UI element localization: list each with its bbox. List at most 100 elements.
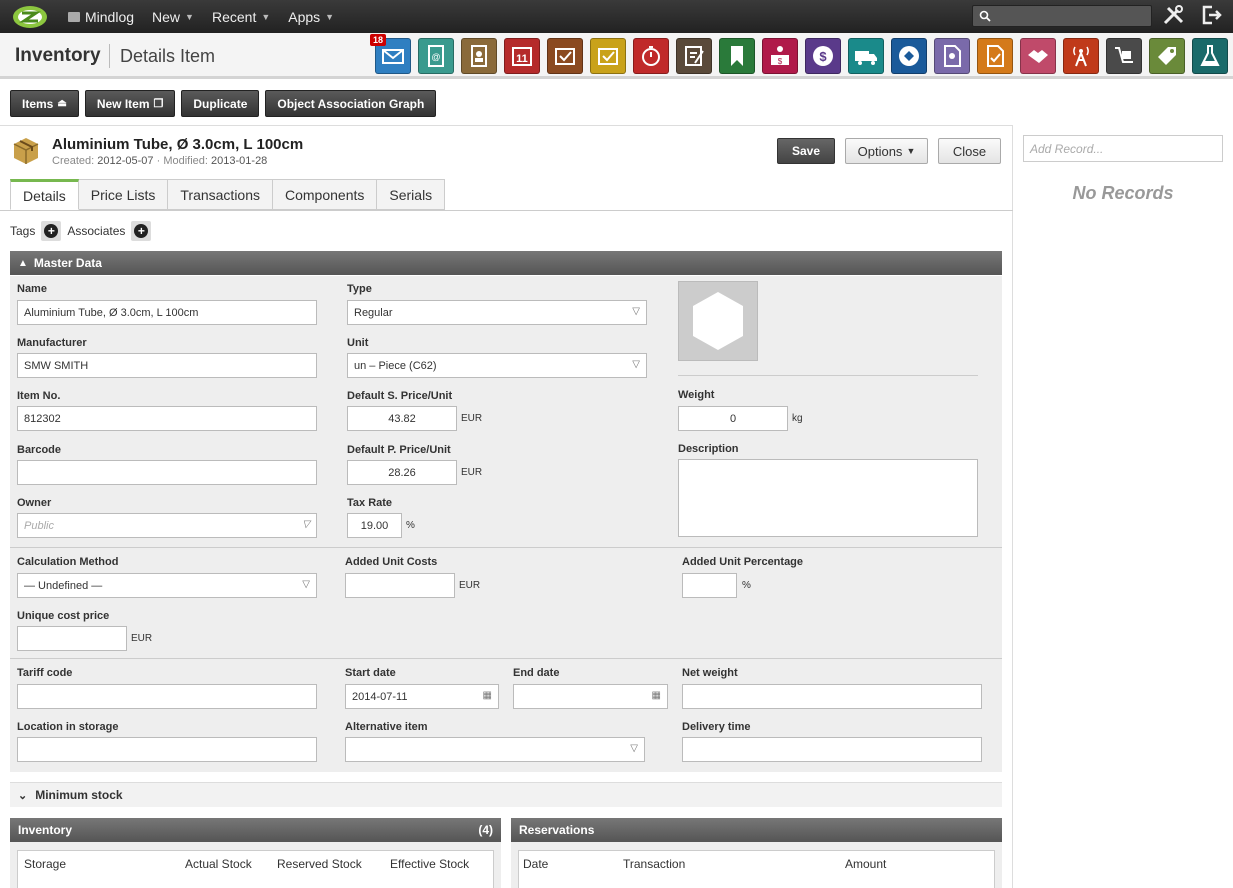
description-textarea[interactable] bbox=[678, 459, 978, 537]
top-bar: Mindlog New ▼ Recent ▼ Apps ▼ bbox=[0, 0, 1233, 33]
app-handshake-icon[interactable] bbox=[1020, 38, 1056, 74]
app-calendar-icon[interactable]: 11 bbox=[504, 38, 540, 74]
nav-apps-label: Apps bbox=[288, 8, 321, 25]
sales-price-field[interactable]: 43.82 bbox=[347, 406, 457, 431]
alternative-item-select[interactable]: ▽ bbox=[345, 737, 645, 762]
add-tag-button[interactable]: + bbox=[41, 221, 62, 241]
tools-icon[interactable] bbox=[1162, 4, 1186, 26]
nav-apps[interactable]: Apps ▼ bbox=[288, 9, 334, 25]
no-records-message: No Records bbox=[1072, 183, 1174, 203]
nav-mindlog[interactable]: Mindlog bbox=[68, 9, 134, 25]
unique-cost-price-field[interactable] bbox=[17, 626, 127, 651]
column-storage[interactable]: Storage bbox=[24, 857, 66, 871]
section-divider bbox=[10, 658, 1002, 659]
app-timer-icon[interactable] bbox=[633, 38, 669, 74]
app-finance-icon[interactable]: $ bbox=[805, 38, 841, 74]
calendar-icon[interactable]: ▦ bbox=[483, 690, 492, 701]
tab-details[interactable]: Details bbox=[10, 179, 79, 210]
app-documents-icon[interactable] bbox=[934, 38, 970, 74]
created-label: Created: bbox=[52, 155, 95, 167]
app-cashier-icon[interactable]: $ bbox=[762, 38, 798, 74]
plus-icon: + bbox=[134, 224, 149, 238]
hexagon-icon bbox=[693, 292, 743, 350]
app-bookmark-icon[interactable] bbox=[719, 38, 755, 74]
barcode-field[interactable] bbox=[17, 460, 317, 485]
items-button[interactable]: Items ⏏ bbox=[10, 90, 79, 117]
sales-price-label: Default S. Price/Unit bbox=[347, 390, 453, 402]
app-delivery-icon[interactable] bbox=[848, 38, 884, 74]
column-actual-stock[interactable]: Actual Stock bbox=[185, 857, 252, 871]
object-graph-button[interactable]: Object Association Graph bbox=[265, 90, 437, 117]
item-image-placeholder[interactable] bbox=[678, 281, 758, 361]
manufacturer-field[interactable]: SMW SMITH bbox=[17, 353, 317, 378]
calculation-method-select[interactable]: — Undefined — ▽ bbox=[17, 573, 317, 598]
tags-row: Tags + Associates + bbox=[10, 221, 152, 241]
reservations-panel-body: Date Transaction Amount bbox=[511, 842, 1002, 888]
global-search-input[interactable] bbox=[972, 5, 1152, 27]
master-data-header[interactable]: ▲ Master Data bbox=[10, 251, 1002, 275]
column-effective-stock[interactable]: Effective Stock bbox=[390, 857, 469, 871]
column-reserved-stock[interactable]: Reserved Stock bbox=[277, 857, 362, 871]
save-button[interactable]: Save bbox=[777, 138, 835, 164]
app-pricetag-icon[interactable] bbox=[1149, 38, 1185, 74]
tab-components[interactable]: Components bbox=[273, 179, 378, 210]
weight-unit: kg bbox=[792, 413, 803, 424]
tab-transactions[interactable]: Transactions bbox=[168, 179, 273, 210]
object-graph-button-label: Object Association Graph bbox=[277, 96, 425, 111]
description-label: Description bbox=[678, 443, 739, 455]
app-address-icon[interactable]: @ bbox=[418, 38, 454, 74]
nav-new[interactable]: New ▼ bbox=[152, 9, 194, 25]
column-date[interactable]: Date bbox=[523, 857, 548, 871]
app-inventory-icon[interactable] bbox=[891, 38, 927, 74]
app-notes-icon[interactable] bbox=[676, 38, 712, 74]
weight-field[interactable]: 0 bbox=[678, 406, 788, 431]
column-transaction[interactable]: Transaction bbox=[623, 857, 685, 871]
added-unit-percentage-field[interactable] bbox=[682, 573, 737, 598]
app-antenna-icon[interactable] bbox=[1063, 38, 1099, 74]
tab-serials[interactable]: Serials bbox=[377, 179, 446, 210]
app-checklist-icon[interactable] bbox=[590, 38, 626, 74]
new-item-button[interactable]: New Item ❐ bbox=[84, 90, 176, 117]
logout-icon[interactable] bbox=[1200, 4, 1222, 26]
toolbar: Items ⏏ New Item ❐ Duplicate Object Associ… bbox=[10, 90, 437, 117]
new-item-button-label: New Item bbox=[96, 96, 150, 111]
add-associate-button[interactable]: + bbox=[131, 221, 152, 241]
minimum-stock-header[interactable]: ⌄ Minimum stock bbox=[10, 782, 1002, 807]
unit-select[interactable]: un – Piece (C62) ▽ bbox=[347, 353, 647, 378]
app-contacts-icon[interactable] bbox=[461, 38, 497, 74]
owner-select[interactable]: Public ▽ bbox=[17, 513, 317, 538]
tariff-code-field[interactable] bbox=[17, 684, 317, 709]
calendar-icon[interactable]: ▦ bbox=[652, 690, 661, 701]
column-amount[interactable]: Amount bbox=[845, 857, 886, 871]
inventory-panel-body: Storage Actual Stock Reserved Stock Effe… bbox=[10, 842, 501, 888]
net-weight-field[interactable] bbox=[682, 684, 982, 709]
duplicate-button[interactable]: Duplicate bbox=[181, 90, 260, 117]
nav-recent[interactable]: Recent ▼ bbox=[212, 9, 270, 25]
start-date-field[interactable]: 2014-07-11 ▦ bbox=[345, 684, 499, 709]
chevron-down-icon: ▽ bbox=[302, 579, 310, 590]
type-select[interactable]: Regular ▽ bbox=[347, 300, 647, 325]
app-logo-icon[interactable] bbox=[10, 4, 50, 30]
app-contracts-icon[interactable] bbox=[977, 38, 1013, 74]
tab-price-lists[interactable]: Price Lists bbox=[78, 179, 169, 210]
module-title[interactable]: Inventory bbox=[15, 45, 101, 67]
item-no-field[interactable]: 812302 bbox=[17, 406, 317, 431]
manufacturer-label: Manufacturer bbox=[17, 337, 87, 349]
add-record-input[interactable]: Add Record... bbox=[1023, 135, 1223, 162]
mail-badge: 18 bbox=[370, 34, 387, 46]
added-unit-costs-field[interactable] bbox=[345, 573, 455, 598]
page-title: Details Item bbox=[120, 46, 216, 66]
app-shipping-icon[interactable] bbox=[1106, 38, 1142, 74]
app-tasks-icon[interactable] bbox=[547, 38, 583, 74]
app-mail-icon[interactable]: 18 bbox=[370, 34, 411, 74]
close-button[interactable]: Close bbox=[938, 138, 1001, 164]
options-button[interactable]: Options ▼ bbox=[845, 138, 928, 164]
location-field[interactable] bbox=[17, 737, 317, 762]
name-field[interactable]: Aluminium Tube, Ø 3.0cm, L 100cm bbox=[17, 300, 317, 325]
end-date-field[interactable]: ▦ bbox=[513, 684, 668, 709]
app-lab-icon[interactable] bbox=[1192, 38, 1228, 74]
svg-text:$: $ bbox=[778, 57, 783, 66]
purchase-price-field[interactable]: 28.26 bbox=[347, 460, 457, 485]
delivery-time-field[interactable] bbox=[682, 737, 982, 762]
tax-rate-field[interactable]: 19.00 bbox=[347, 513, 402, 538]
